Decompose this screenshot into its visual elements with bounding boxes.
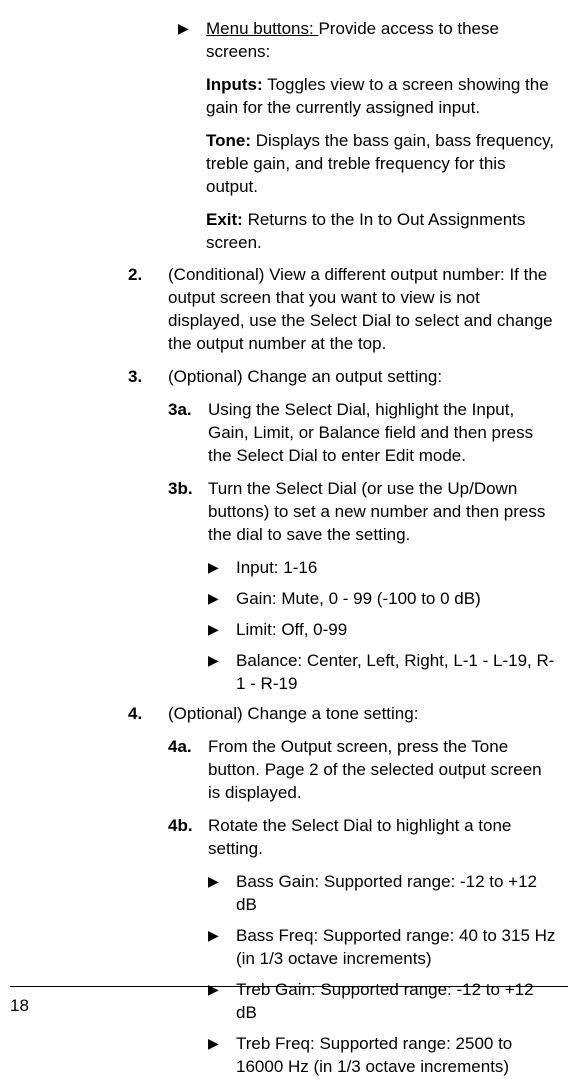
triangle-right-icon: ▶ <box>208 588 236 611</box>
step-number: 4. <box>128 703 168 726</box>
bullet-treb-freq: ▶ Treb Freq: Supported range: 2500 to 16… <box>128 1033 558 1079</box>
bullet-text: Bass Freq: Supported range: 40 to 315 Hz… <box>236 925 558 971</box>
triangle-right-icon: ▶ <box>208 1033 236 1079</box>
menu-item-tone: Tone: Displays the bass gain, bass frequ… <box>128 130 558 199</box>
substep-text: From the Output screen, press the Tone b… <box>208 736 558 805</box>
triangle-right-icon: ▶ <box>208 871 236 917</box>
menu-item-name: Tone: <box>206 131 251 150</box>
substep-text: Turn the Select Dial (or use the Up/Down… <box>208 478 558 547</box>
triangle-right-icon: ▶ <box>208 557 236 580</box>
menu-item-desc: Returns to the In to Out Assignments scr… <box>206 210 525 252</box>
triangle-right-icon: ▶ <box>128 18 206 64</box>
triangle-right-icon: ▶ <box>208 650 236 696</box>
bullet-bass-gain: ▶ Bass Gain: Supported range: -12 to +12… <box>128 871 558 917</box>
menu-item-desc: Displays the bass gain, bass frequency, … <box>206 131 554 196</box>
step-number: 2. <box>128 264 168 356</box>
menu-item-exit: Exit: Returns to the In to Out Assignmen… <box>128 209 558 255</box>
substep-number: 4a. <box>168 736 208 805</box>
bullet-text: Limit: Off, 0-99 <box>236 619 558 642</box>
bullet-bass-freq: ▶ Bass Freq: Supported range: 40 to 315 … <box>128 925 558 971</box>
menu-buttons-text: Menu buttons: Provide access to these sc… <box>206 18 558 64</box>
substep-number: 3a. <box>168 399 208 468</box>
bullet-text: Bass Gain: Supported range: -12 to +12 d… <box>236 871 558 917</box>
substep-3b: 3b. Turn the Select Dial (or use the Up/… <box>128 478 558 547</box>
step-text: (Optional) Change a tone setting: <box>168 703 558 726</box>
step-number: 3. <box>128 366 168 389</box>
step-text: (Conditional) View a different output nu… <box>168 264 558 356</box>
menu-item-name: Inputs: <box>206 75 263 94</box>
triangle-right-icon: ▶ <box>208 619 236 642</box>
page-footer: 18 <box>10 986 568 1018</box>
bullet-input: ▶ Input: 1-16 <box>128 557 558 580</box>
triangle-right-icon: ▶ <box>208 925 236 971</box>
menu-item-name: Exit: <box>206 210 243 229</box>
bullet-text: Balance: Center, Left, Right, L-1 - L-19… <box>236 650 558 696</box>
substep-text: Rotate the Select Dial to highlight a to… <box>208 815 558 861</box>
bullet-balance: ▶ Balance: Center, Left, Right, L-1 - L-… <box>128 650 558 696</box>
menu-buttons-label: Menu buttons: <box>206 19 318 38</box>
page-number: 18 <box>10 996 29 1015</box>
bullet-text: Input: 1-16 <box>236 557 558 580</box>
bullet-limit: ▶ Limit: Off, 0-99 <box>128 619 558 642</box>
bullet-gain: ▶ Gain: Mute, 0 - 99 (-100 to 0 dB) <box>128 588 558 611</box>
bullet-text: Treb Freq: Supported range: 2500 to 1600… <box>236 1033 558 1079</box>
substep-number: 4b. <box>168 815 208 861</box>
menu-item-inputs: Inputs: Toggles view to a screen showing… <box>128 74 558 120</box>
menu-buttons-row: ▶ Menu buttons: Provide access to these … <box>128 18 558 64</box>
step-2: 2. (Conditional) View a different output… <box>128 264 558 356</box>
substep-text: Using the Select Dial, highlight the Inp… <box>208 399 558 468</box>
substep-4a: 4a. From the Output screen, press the To… <box>128 736 558 805</box>
substep-4b: 4b. Rotate the Select Dial to highlight … <box>128 815 558 861</box>
step-4: 4. (Optional) Change a tone setting: <box>128 703 558 726</box>
substep-number: 3b. <box>168 478 208 547</box>
bullet-text: Gain: Mute, 0 - 99 (-100 to 0 dB) <box>236 588 558 611</box>
step-text: (Optional) Change an output setting: <box>168 366 558 389</box>
substep-3a: 3a. Using the Select Dial, highlight the… <box>128 399 558 468</box>
step-3: 3. (Optional) Change an output setting: <box>128 366 558 389</box>
page-content: ▶ Menu buttons: Provide access to these … <box>10 18 568 1079</box>
